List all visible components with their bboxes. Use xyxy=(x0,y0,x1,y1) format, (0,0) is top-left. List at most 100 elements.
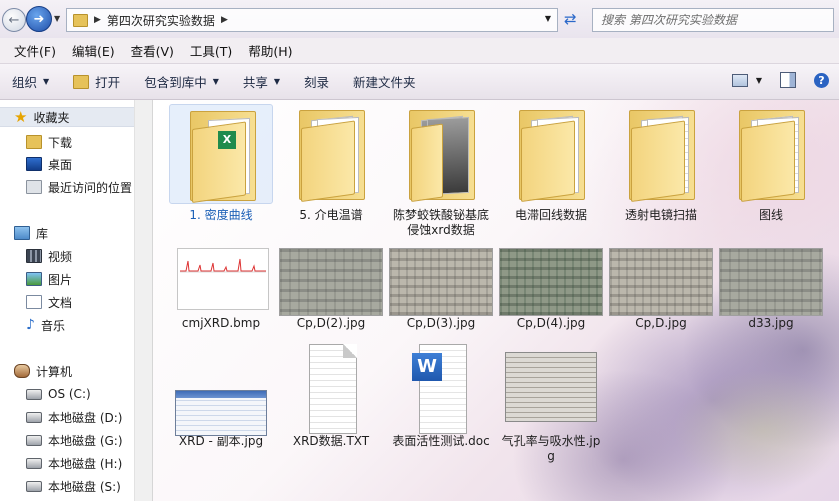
file-name: Cp,D(4).jpg xyxy=(516,316,586,330)
sidebar-item-videos[interactable]: 视频 xyxy=(26,246,72,266)
chevron-right-icon[interactable]: ▶ xyxy=(221,15,228,25)
search-box[interactable] xyxy=(592,8,834,32)
sidebar-item-downloads[interactable]: 下载 xyxy=(26,132,72,152)
sidebar-item-documents[interactable]: 文档 xyxy=(26,292,72,312)
arrow-right-icon: ➜ xyxy=(33,11,45,27)
menu-tools[interactable]: 工具(T) xyxy=(182,41,240,60)
include-in-library-button[interactable]: 包含到库中 ▼ xyxy=(132,64,231,99)
chevron-down-icon: ▼ xyxy=(43,77,50,86)
file-item-xrd-folder[interactable]: 陈梦蛟铁酸铋基底侵蚀xrd数据 xyxy=(389,104,493,238)
chevron-down-icon[interactable]: ▼ xyxy=(545,14,551,23)
photo-thumbnail xyxy=(609,248,713,316)
file-name: 透射电镜扫描 xyxy=(624,208,697,222)
sidebar-item-label: OS (C:) xyxy=(48,387,91,401)
sidebar-item-label: 图片 xyxy=(48,272,73,287)
preview-pane-icon[interactable] xyxy=(780,72,796,88)
file-item-d33-jpg[interactable]: d33.jpg xyxy=(719,240,823,331)
file-name: 陈梦蛟铁酸铋基底侵蚀xrd数据 xyxy=(392,208,489,237)
folder-icon xyxy=(519,110,585,202)
breadcrumb[interactable]: ▶ 第四次研究实验数据 ▶ ▼ xyxy=(66,8,558,32)
recent-pages-dropdown[interactable]: ▼ xyxy=(54,14,60,23)
sidebar-item-computer[interactable]: 计算机 xyxy=(14,361,72,381)
refresh-icon: ⇄ xyxy=(564,10,577,28)
share-label: 共享 xyxy=(242,75,268,90)
sidebar-item-recent-places[interactable]: 最近访问的位置 xyxy=(26,177,132,197)
file-item-cpd2-jpg[interactable]: Cp,D(2).jpg xyxy=(279,240,383,331)
scan-thumbnail xyxy=(505,352,597,422)
menu-edit[interactable]: 编辑(E) xyxy=(64,41,123,60)
sidebar-item-drive-d[interactable]: 本地磁盘 (D:) xyxy=(26,407,122,427)
new-folder-button[interactable]: 新建文件夹 xyxy=(341,64,428,99)
chevron-down-icon[interactable]: ▼ xyxy=(756,76,762,85)
organize-button[interactable]: 组织 ▼ xyxy=(0,64,61,99)
share-button[interactable]: 共享 ▼ xyxy=(231,64,292,99)
sidebar-item-desktop[interactable]: 桌面 xyxy=(26,154,72,174)
back-button[interactable]: ← xyxy=(2,8,26,32)
file-item-tem-scan[interactable]: 透射电镜扫描 xyxy=(609,104,713,223)
file-name: Cp,D(2).jpg xyxy=(296,316,366,330)
sidebar-item-label: 本地磁盘 (D:) xyxy=(48,410,123,425)
file-item-graphs[interactable]: 图线 xyxy=(719,104,823,223)
sidebar-item-favorites[interactable]: ★ 收藏夹 xyxy=(0,107,134,127)
thumbnail xyxy=(279,342,383,434)
change-view-icon[interactable] xyxy=(731,73,748,87)
file-item-porosity-jpg[interactable]: 气孔率与吸水性.jpg xyxy=(499,342,603,464)
file-item-xrd-copy-jpg[interactable]: XRD - 副本.jpg xyxy=(169,342,273,449)
file-item-xrd-data-txt[interactable]: XRD数据.TXT xyxy=(279,342,383,449)
hard-drive-icon xyxy=(26,434,42,446)
file-name: 表面活性测试.doc xyxy=(392,434,490,448)
sidebar-item-drive-s[interactable]: 本地磁盘 (S:) xyxy=(26,476,121,496)
include-library-label: 包含到库中 xyxy=(144,75,207,90)
file-name: d33.jpg xyxy=(748,316,794,330)
sidebar-item-drive-h[interactable]: 本地磁盘 (H:) xyxy=(26,453,122,473)
thumbnail xyxy=(169,240,273,312)
sidebar-item-music[interactable]: ♪ 音乐 xyxy=(26,315,65,335)
refresh-button[interactable]: ⇄ xyxy=(564,10,577,28)
file-item-cpd-jpg[interactable]: Cp,D.jpg xyxy=(609,240,713,331)
video-icon xyxy=(26,249,42,263)
thumbnail xyxy=(389,240,493,316)
photo-thumbnail xyxy=(389,248,493,316)
computer-icon xyxy=(14,364,30,378)
sidebar-scrollbar[interactable] xyxy=(134,100,152,501)
sidebar-item-label: 最近访问的位置 xyxy=(48,180,133,195)
file-list: X 1. 密度曲线 5. 介电温谱 陈梦蛟铁酸铋基底侵蚀xrd数据 电滞回线数据… xyxy=(153,100,839,501)
sidebar-item-drive-c[interactable]: OS (C:) xyxy=(26,384,91,404)
file-item-density-curve[interactable]: X 1. 密度曲线 xyxy=(169,104,273,223)
sidebar-item-label: 库 xyxy=(36,226,49,241)
sidebar-item-drive-g[interactable]: 本地磁盘 (G:) xyxy=(26,430,123,450)
file-item-cpd4-jpg[interactable]: Cp,D(4).jpg xyxy=(499,240,603,331)
forward-button[interactable]: ➜ xyxy=(26,6,52,32)
chevron-right-icon[interactable]: ▶ xyxy=(94,15,101,25)
sidebar-item-label: 下载 xyxy=(48,135,73,150)
search-input[interactable] xyxy=(599,9,813,31)
photo-thumbnail xyxy=(719,248,823,316)
thumbnail xyxy=(499,104,603,204)
menu-file[interactable]: 文件(F) xyxy=(6,41,64,60)
file-item-cmjxrd-bmp[interactable]: cmjXRD.bmp xyxy=(169,240,273,331)
help-icon[interactable]: ? xyxy=(814,72,829,88)
file-item-hysteresis-data[interactable]: 电滞回线数据 xyxy=(499,104,603,223)
open-button[interactable]: 打开 xyxy=(61,64,132,99)
word-doc-icon: W xyxy=(412,344,467,434)
sidebar-item-pictures[interactable]: 图片 xyxy=(26,269,72,289)
file-item-surface-activity-doc[interactable]: W 表面活性测试.doc xyxy=(389,342,493,449)
downloads-folder-icon xyxy=(26,135,42,149)
sidebar-item-label: 本地磁盘 (S:) xyxy=(48,479,121,494)
sidebar-item-libraries[interactable]: 库 xyxy=(14,223,48,243)
file-name: 气孔率与吸水性.jpg xyxy=(501,434,601,463)
hard-drive-icon xyxy=(26,411,42,423)
burn-button[interactable]: 刻录 xyxy=(292,64,341,99)
file-item-dielectric-spectrum[interactable]: 5. 介电温谱 xyxy=(279,104,383,223)
photo-thumbnail xyxy=(499,248,603,316)
thumbnail xyxy=(609,240,713,316)
menu-help[interactable]: 帮助(H) xyxy=(240,41,300,60)
breadcrumb-current-folder[interactable]: 第四次研究实验数据 xyxy=(107,12,215,29)
burn-label: 刻录 xyxy=(304,75,330,90)
sidebar-item-label: 桌面 xyxy=(48,157,73,172)
file-name: 图线 xyxy=(758,208,783,222)
folder-icon xyxy=(409,110,475,202)
menu-view[interactable]: 查看(V) xyxy=(123,41,182,60)
thumbnail xyxy=(389,104,493,204)
file-item-cpd3-jpg[interactable]: Cp,D(3).jpg xyxy=(389,240,493,331)
